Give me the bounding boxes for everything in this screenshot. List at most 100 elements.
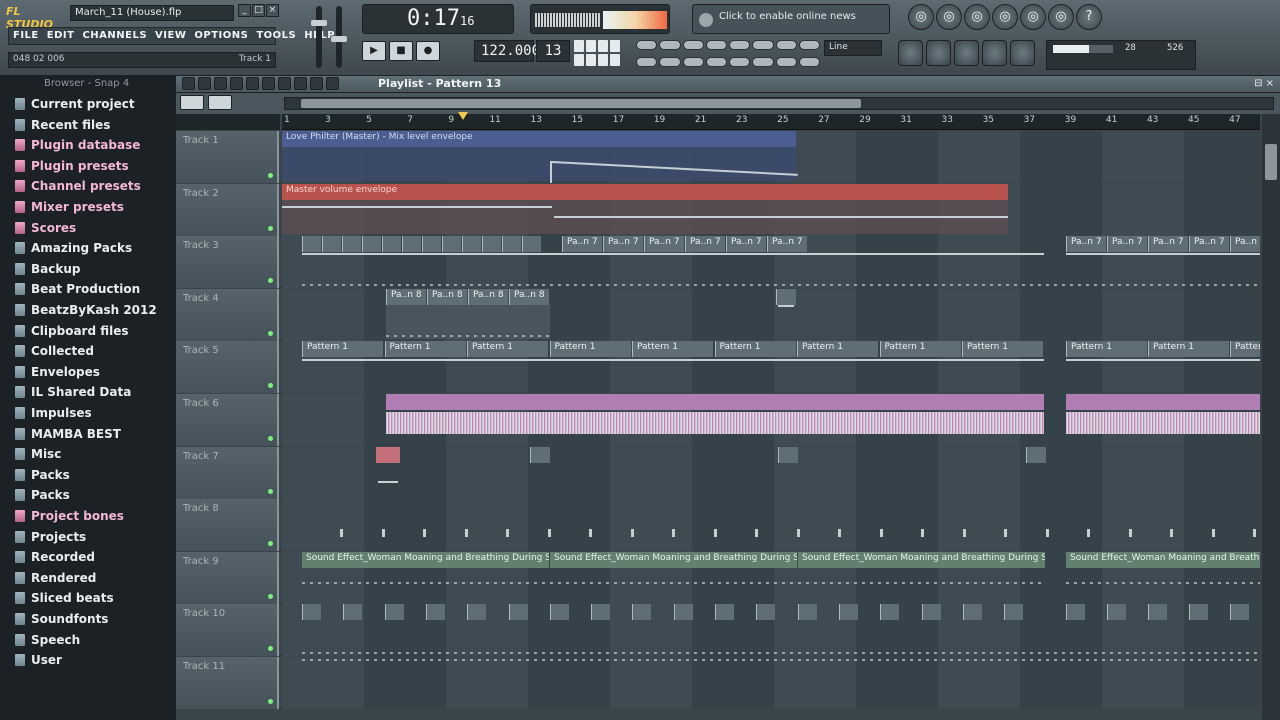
track-header[interactable]: Track 10 [176,604,279,657]
pattern-clip[interactable]: Pa..n 8 [386,288,426,305]
pattern-clip[interactable] [756,604,776,621]
audio-clip[interactable] [1066,394,1260,410]
close-icon[interactable]: ⊟ × [1254,78,1274,89]
pattern-clip[interactable]: Pa..n 7 [562,236,602,253]
pattern-clip[interactable]: Pa..n 7 [1230,236,1260,253]
audio-clip[interactable]: Sound Effect_Woman Moaning and Breathing… [550,551,797,568]
view-pianoroll-icon[interactable]: ◎ [936,4,962,30]
track-lane[interactable] [282,499,1260,552]
track-header[interactable]: Track 11 [176,657,279,709]
pattern-clip[interactable]: Pa..n 7 [644,236,684,253]
pattern-clip[interactable] [362,236,381,253]
pattern-clip[interactable]: Pattern 1 [467,341,548,358]
browser-item[interactable]: Sliced beats [10,588,172,608]
pattern-clip[interactable] [402,236,421,253]
track-lane[interactable] [282,446,1260,499]
pattern-clip[interactable] [1189,604,1208,621]
pattern-clip[interactable] [343,604,363,621]
browser-item[interactable]: Soundfonts [10,609,172,629]
pattern-clip[interactable] [322,236,341,253]
browser-item[interactable]: Beat Production [10,279,172,299]
pattern-selector[interactable]: 13 [536,40,570,62]
track-header[interactable]: Track 8 [176,499,279,552]
menu-options[interactable]: OPTIONS [190,28,252,44]
browser-item[interactable]: IL Shared Data [10,382,172,402]
master-pitch-slider[interactable] [331,6,347,68]
pattern-clip[interactable] [632,604,652,621]
track-enable-led[interactable] [268,699,273,704]
browser-item[interactable]: Backup [10,259,172,279]
record-options-toggles[interactable] [636,40,820,70]
browser-item[interactable]: Collected [10,341,172,361]
browser-item[interactable]: Recorded [10,547,172,567]
master-volume-slider[interactable] [311,6,327,68]
snap-select[interactable]: Line [824,40,882,56]
pattern-clip[interactable]: Pa..n 7 [767,236,807,253]
browser-item[interactable]: Recent files [10,115,172,135]
pattern-clip[interactable] [797,604,817,621]
view-plugins-icon[interactable]: ◎ [1048,4,1074,30]
track-header[interactable]: Track 3 [176,236,279,289]
song-position-marker[interactable] [458,112,468,120]
menu-tools[interactable]: TOOLS [252,28,300,44]
minimize-icon[interactable]: _ [238,4,251,17]
pattern-clip[interactable] [1066,604,1085,621]
record-button[interactable]: ● [416,41,440,61]
menu-file[interactable]: FILE [9,28,43,44]
menu-edit[interactable]: EDIT [43,28,79,44]
track-header[interactable]: Track 4 [176,288,279,341]
pattern-clip[interactable] [880,604,900,621]
shortcut-icon[interactable] [898,40,923,66]
pattern-clip[interactable] [462,236,481,253]
track-header[interactable]: Track 7 [176,446,279,499]
track-enable-led[interactable] [268,436,273,441]
pattern-clip[interactable]: Pa..n 7 [1066,236,1106,253]
pattern-clip[interactable] [502,236,521,253]
pattern-clip[interactable] [838,604,858,621]
pattern-clip[interactable]: Pattern 1 [797,341,878,358]
delete-tool-icon[interactable] [230,77,243,90]
pattern-clip[interactable] [1230,604,1249,621]
view-mixer-icon[interactable]: ◎ [992,4,1018,30]
pattern-clip[interactable]: Pa..n 7 [1189,236,1229,253]
track-lane[interactable]: Master volume envelope [282,183,1260,236]
audio-clip[interactable] [386,394,1044,410]
slice-tool-icon[interactable] [278,77,291,90]
pattern-clip[interactable] [591,604,611,621]
pattern-clip[interactable] [302,604,321,621]
track-lane[interactable]: Sound Effect_Woman Moaning and Breathing… [282,551,1260,604]
pattern-clip[interactable] [778,446,798,463]
browser-item[interactable]: Packs [10,485,172,505]
audio-view-button[interactable] [208,95,232,110]
shortcut-icon[interactable] [1010,40,1035,66]
pattern-clip[interactable]: Pa..n 7 [1107,236,1147,253]
vertical-scrollbar[interactable] [1262,114,1280,720]
audio-clip[interactable]: Sound Effect_Woman Moaning and Breathing… [798,551,1045,568]
pattern-clip[interactable]: Pattern 1 [1230,341,1260,358]
pattern-clip[interactable]: Pa..n 7 [726,236,766,253]
track-lane[interactable] [282,394,1260,446]
zoom-tool-icon[interactable] [310,77,323,90]
pattern-clip[interactable] [508,604,528,621]
magnet-icon[interactable] [182,77,195,90]
browser-item[interactable]: Misc [10,444,172,464]
browser-item[interactable]: Plugin database [10,135,172,155]
browser-item[interactable]: Speech [10,630,172,650]
close-icon[interactable]: × [266,4,279,17]
pattern-clip[interactable] [382,236,401,253]
pattern-clip[interactable]: Pa..n 7 [603,236,643,253]
draw-tool-icon[interactable] [198,77,211,90]
pattern-clip[interactable] [715,604,734,621]
mute-tool-icon[interactable] [246,77,259,90]
restore-icon[interactable]: □ [252,4,265,17]
pattern-clip[interactable] [1026,446,1046,463]
pattern-clip[interactable]: Pa..n 8 [427,288,467,305]
view-channels-icon[interactable]: ◎ [964,4,990,30]
track-enable-led[interactable] [268,541,273,547]
browser-item[interactable]: Channel presets [10,176,172,196]
audio-clip[interactable]: Sound Effect_Woman Moaning and Breathing… [1066,551,1260,568]
help-icon[interactable]: ? [1076,4,1102,30]
song-time-display[interactable]: 0:1716 [362,4,514,34]
pattern-clip[interactable]: Pa..n 7 [685,236,725,253]
track-lane[interactable]: Pa..n 7 Pa..n 7 Pa..n 7 Pa..n 7 Pa..n 7 Pa..n… [282,236,1260,289]
